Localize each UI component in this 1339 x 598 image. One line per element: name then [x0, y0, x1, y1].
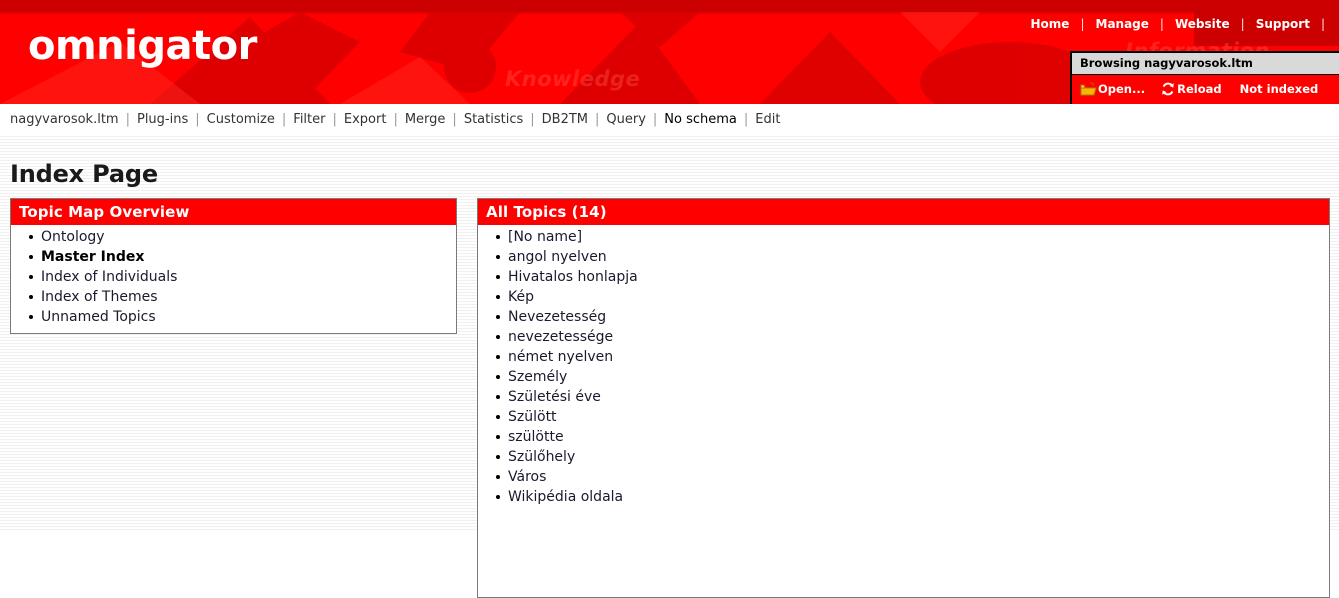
list-item[interactable]: angol nyelven	[496, 247, 1329, 267]
topic-link-varos[interactable]: Város	[508, 469, 546, 485]
topic-link-wikipedia-oldala[interactable]: Wikipédia oldala	[508, 489, 623, 505]
folder-open-icon	[1080, 81, 1097, 97]
menu-separator: |	[652, 111, 658, 127]
overview-link-master-index[interactable]: Master Index	[41, 249, 144, 265]
list-item[interactable]: nevezetessége	[496, 327, 1329, 347]
overview-link-ontology[interactable]: Ontology	[41, 229, 105, 245]
all-topics-list: [No name] angol nyelven Hivatalos honlap…	[478, 227, 1329, 507]
menu-separator: |	[530, 111, 535, 127]
watermark-word-knowledge: Knowledge	[505, 67, 641, 91]
list-item[interactable]: Hivatalos honlapja	[496, 267, 1329, 287]
menu-separator: |	[281, 111, 287, 127]
app-header: Knowledge Information omnigator Home | M…	[0, 0, 1339, 104]
topic-link-hivatalos-honlapja[interactable]: Hivatalos honlapja	[508, 269, 638, 285]
topic-link-nevezetesseg[interactable]: Nevezetesség	[508, 309, 606, 325]
menu-separator: |	[743, 111, 749, 127]
open-label: Open...	[1098, 82, 1146, 96]
all-topics-panel: All Topics (14) [No name] angol nyelven …	[477, 198, 1330, 598]
menu-separator: |	[595, 111, 600, 127]
reload-label: Reload	[1177, 82, 1222, 96]
list-item[interactable]: Város	[496, 467, 1329, 487]
page-root: Knowledge Information omnigator Home | M…	[0, 0, 1339, 598]
topic-link-szulohely[interactable]: Szülőhely	[508, 449, 575, 465]
browsing-actions: Open... Reload Not indexed	[1072, 75, 1339, 104]
header-top-strip	[0, 0, 1339, 12]
open-button[interactable]: Open...	[1080, 81, 1146, 97]
list-item[interactable]: [No name]	[496, 227, 1329, 247]
top-navigation: Home | Manage | Website | Support |	[1020, 17, 1325, 31]
menu-item-topicmap-file[interactable]: nagyvarosok.ltm	[10, 112, 119, 127]
page-title: Index Page	[10, 160, 158, 188]
topic-link-kep[interactable]: Kép	[508, 289, 534, 305]
list-item[interactable]: Master Index	[29, 247, 456, 267]
index-status: Not indexed	[1239, 82, 1319, 96]
menu-separator: |	[332, 111, 337, 127]
list-item[interactable]: Kép	[496, 287, 1329, 307]
menu-item-query[interactable]: Query	[606, 112, 646, 127]
topic-link-nemet-nyelven[interactable]: német nyelven	[508, 349, 613, 365]
topic-link-no-name[interactable]: [No name]	[508, 229, 582, 245]
header-gradient-fade	[0, 12, 1200, 15]
all-topics-header: All Topics (14)	[478, 199, 1329, 225]
topic-map-overview-panel: Topic Map Overview Ontology Master Index…	[10, 198, 457, 334]
list-item[interactable]: Index of Themes	[29, 287, 456, 307]
menu-item-filter[interactable]: Filter	[293, 112, 325, 127]
topnav-separator: |	[1320, 17, 1325, 31]
overview-link-index-of-themes[interactable]: Index of Themes	[41, 289, 158, 305]
menu-separator: |	[393, 111, 398, 127]
topic-map-overview-body: Ontology Master Index Index of Individua…	[11, 225, 456, 333]
topic-link-szuletesi-eve[interactable]: Születési éve	[508, 389, 601, 405]
list-item[interactable]: Ontology	[29, 227, 456, 247]
menu-item-export[interactable]: Export	[344, 112, 387, 127]
menu-item-plugins[interactable]: Plug-ins	[137, 112, 188, 127]
list-item[interactable]: Wikipédia oldala	[496, 487, 1329, 507]
reload-icon	[1161, 82, 1175, 96]
topnav-item-support[interactable]: Support	[1245, 17, 1321, 31]
list-item[interactable]: Szülött	[496, 407, 1329, 427]
menu-item-merge[interactable]: Merge	[405, 112, 446, 127]
topic-link-szulott[interactable]: Szülött	[508, 409, 557, 425]
browsing-title: Browsing nagyvarosok.ltm	[1072, 53, 1339, 75]
reload-button[interactable]: Reload	[1161, 82, 1222, 96]
list-item[interactable]: Unnamed Topics	[29, 307, 456, 327]
menu-item-db2tm[interactable]: DB2TM	[542, 112, 588, 127]
overview-link-unnamed-topics[interactable]: Unnamed Topics	[41, 309, 156, 325]
topic-link-nevezetessege[interactable]: nevezetessége	[508, 329, 613, 345]
topic-link-szulotte[interactable]: szülötte	[508, 429, 564, 445]
list-item[interactable]: Nevezetesség	[496, 307, 1329, 327]
menu-item-no-schema[interactable]: No schema	[664, 112, 737, 127]
topnav-separator: |	[1080, 17, 1085, 31]
list-item[interactable]: Személy	[496, 367, 1329, 387]
menu-item-statistics[interactable]: Statistics	[464, 112, 523, 127]
menu-separator: |	[195, 111, 200, 127]
menu-separator: |	[125, 111, 130, 127]
topnav-item-home[interactable]: Home	[1020, 17, 1081, 31]
list-item[interactable]: Szülőhely	[496, 447, 1329, 467]
topnav-separator: |	[1240, 17, 1245, 31]
topic-link-szemely[interactable]: Személy	[508, 369, 567, 385]
list-item[interactable]: Index of Individuals	[29, 267, 456, 287]
menu-item-customize[interactable]: Customize	[207, 112, 275, 127]
app-logo: omnigator	[28, 23, 257, 69]
browsing-panel: Browsing nagyvarosok.ltm Open... Reload …	[1070, 51, 1339, 104]
topnav-item-manage[interactable]: Manage	[1085, 17, 1160, 31]
topic-map-overview-header: Topic Map Overview	[11, 199, 456, 225]
main-menu-bar: nagyvarosok.ltm | Plug-ins | Customize |…	[0, 104, 1339, 134]
overview-link-index-of-individuals[interactable]: Index of Individuals	[41, 269, 177, 285]
menu-item-edit[interactable]: Edit	[755, 112, 780, 127]
topnav-item-website[interactable]: Website	[1164, 17, 1241, 31]
list-item[interactable]: Születési éve	[496, 387, 1329, 407]
menu-separator: |	[452, 111, 457, 127]
topic-link-angol-nyelven[interactable]: angol nyelven	[508, 249, 607, 265]
topnav-separator: |	[1159, 17, 1164, 31]
list-item[interactable]: német nyelven	[496, 347, 1329, 367]
all-topics-body: [No name] angol nyelven Hivatalos honlap…	[478, 225, 1329, 513]
overview-list: Ontology Master Index Index of Individua…	[11, 227, 456, 327]
list-item[interactable]: szülötte	[496, 427, 1329, 447]
